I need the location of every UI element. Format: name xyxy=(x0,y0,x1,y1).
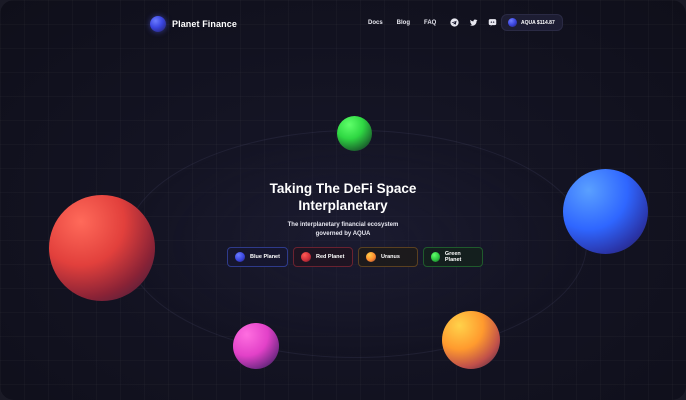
telegram-icon[interactable] xyxy=(450,18,459,27)
hero-title-line-1: Taking The DeFi Space xyxy=(269,181,417,196)
nav-blog[interactable]: Blog xyxy=(397,20,410,26)
uranus-label: Uranus xyxy=(381,254,400,260)
hero-title: Taking The DeFi Space Interplanetary xyxy=(200,180,486,214)
blue-planet-label: Blue Planet xyxy=(250,254,280,260)
hero-title-line-2: Interplanetary xyxy=(298,198,388,213)
red-planet-icon xyxy=(301,252,311,262)
blue-planet-icon xyxy=(235,252,245,262)
uranus-planet-graphic xyxy=(442,311,500,369)
hero-subtitle: The interplanetary financial ecosystem g… xyxy=(243,221,443,239)
uranus-button[interactable]: Uranus xyxy=(358,247,418,267)
pink-planet-graphic xyxy=(233,323,279,369)
top-nav: Docs Blog FAQ xyxy=(368,18,507,27)
aqua-price: AQUA $114.87 xyxy=(521,19,555,26)
planet-logo-icon xyxy=(150,16,166,32)
brand-logo[interactable]: Planet Finance xyxy=(150,16,237,32)
app-frame: Planet Finance Docs Blog FAQ AQUA $114.8… xyxy=(0,0,686,400)
nav-docs[interactable]: Docs xyxy=(368,20,383,26)
green-planet-graphic xyxy=(337,116,372,151)
blue-planet-graphic xyxy=(563,169,648,254)
hero-subtitle-line-2: governed by AQUA xyxy=(315,231,371,237)
hero-subtitle-line-1: The interplanetary financial ecosystem xyxy=(287,222,399,228)
uranus-icon xyxy=(366,252,376,262)
blue-planet-button[interactable]: Blue Planet xyxy=(227,247,288,267)
planet-button-row: Blue Planet Red Planet Uranus Green Plan… xyxy=(227,247,483,267)
aqua-token-icon xyxy=(508,18,517,27)
nav-faq[interactable]: FAQ xyxy=(424,20,436,26)
red-planet-label: Red Planet xyxy=(316,254,345,260)
twitter-icon[interactable] xyxy=(469,18,478,27)
aqua-price-badge[interactable]: AQUA $114.87 xyxy=(501,14,563,31)
brand-name: Planet Finance xyxy=(172,19,237,29)
orbit-ring xyxy=(125,130,587,358)
green-planet-icon xyxy=(431,252,440,262)
discord-icon[interactable] xyxy=(488,18,497,27)
green-planet-label: Green Planet xyxy=(444,251,462,263)
red-planet-button[interactable]: Red Planet xyxy=(293,247,353,267)
red-planet-graphic xyxy=(49,195,155,301)
green-planet-button[interactable]: Green Planet xyxy=(423,247,483,267)
